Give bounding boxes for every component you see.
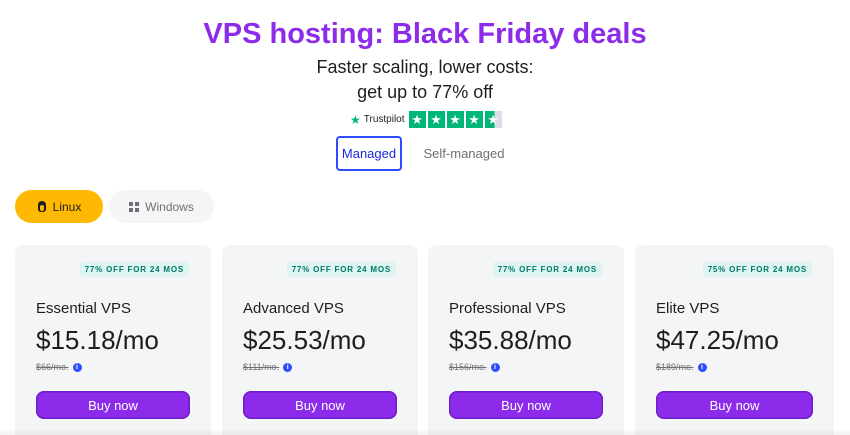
original-price: $189/mo.: [656, 362, 694, 372]
buy-now-button[interactable]: Buy now: [243, 391, 397, 419]
original-price-row: $156/mo. i: [449, 362, 500, 372]
page-title: VPS hosting: Black Friday deals: [203, 18, 647, 50]
plan-card-advanced: 77% OFF FOR 24 MOS Advanced VPS $25.53/m…: [222, 245, 418, 435]
bottom-fade: [0, 428, 850, 435]
plan-name: Elite VPS: [656, 300, 720, 317]
discount-badge: 77% OFF FOR 24 MOS: [79, 262, 189, 277]
subtitle-line-2: get up to 77% off: [357, 82, 493, 102]
discount-badge: 75% OFF FOR 24 MOS: [702, 262, 812, 277]
plan-price: $25.53/mo: [243, 325, 366, 355]
buy-now-button[interactable]: Buy now: [656, 391, 813, 419]
info-icon[interactable]: i: [72, 362, 82, 372]
plan-name: Essential VPS: [36, 300, 132, 317]
trustpilot-label: Trustpilot: [363, 114, 405, 125]
rating-star-icon: ★: [427, 111, 445, 128]
original-price-row: $66/mo. i: [36, 362, 82, 372]
trustpilot-star-icon: ★: [350, 112, 361, 127]
info-icon[interactable]: i: [697, 362, 707, 372]
plan-card-elite: 75% OFF FOR 24 MOS Elite VPS $47.25/mo $…: [635, 245, 834, 435]
rating-star-icon: ★: [446, 111, 464, 128]
original-price: $156/mo.: [449, 362, 487, 372]
original-price-row: $111/mo. i: [243, 362, 293, 372]
rating-half-star-icon: ★: [484, 111, 502, 128]
page: VPS hosting: Black Friday deals Faster s…: [0, 0, 850, 435]
subtitle-line-1: Faster scaling, lower costs:: [316, 57, 534, 77]
windows-icon: [129, 201, 140, 212]
page-subtitle: Faster scaling, lower costs: get up to 7…: [0, 55, 850, 105]
trustpilot-rating[interactable]: ★ Trustpilot ★ ★ ★ ★ ★: [350, 111, 502, 128]
discount-badge: 77% OFF FOR 24 MOS: [286, 262, 396, 277]
original-price-row: $189/mo. i: [656, 362, 707, 372]
plan-price: $47.25/mo: [656, 325, 779, 355]
original-price: $111/mo.: [243, 362, 280, 372]
tab-managed[interactable]: Managed: [336, 136, 402, 171]
plan-card-essential: 77% OFF FOR 24 MOS Essential VPS $15.18/…: [15, 245, 211, 435]
os-toggle-linux[interactable]: Linux: [15, 190, 103, 223]
plan-name: Advanced VPS: [243, 300, 344, 317]
os-toggle-label: Windows: [145, 199, 194, 214]
os-toggle-label: Linux: [52, 199, 82, 214]
discount-badge: 77% OFF FOR 24 MOS: [492, 262, 602, 277]
buy-now-button[interactable]: Buy now: [449, 391, 603, 419]
original-price: $66/mo.: [36, 362, 69, 372]
tab-self-managed[interactable]: Self-managed: [414, 136, 514, 171]
plan-price: $35.88/mo: [449, 325, 572, 355]
trustpilot-stars: ★ ★ ★ ★ ★: [408, 111, 502, 128]
linux-icon: [37, 200, 47, 213]
plan-card-professional: 77% OFF FOR 24 MOS Professional VPS $35.…: [428, 245, 624, 435]
info-icon[interactable]: i: [490, 362, 500, 372]
rating-star-icon: ★: [465, 111, 483, 128]
os-toggle-windows[interactable]: Windows: [109, 190, 214, 223]
buy-now-button[interactable]: Buy now: [36, 391, 190, 419]
rating-star-icon: ★: [408, 111, 426, 128]
info-icon[interactable]: i: [283, 362, 293, 372]
plan-name: Professional VPS: [449, 300, 566, 317]
plan-price: $15.18/mo: [36, 325, 159, 355]
